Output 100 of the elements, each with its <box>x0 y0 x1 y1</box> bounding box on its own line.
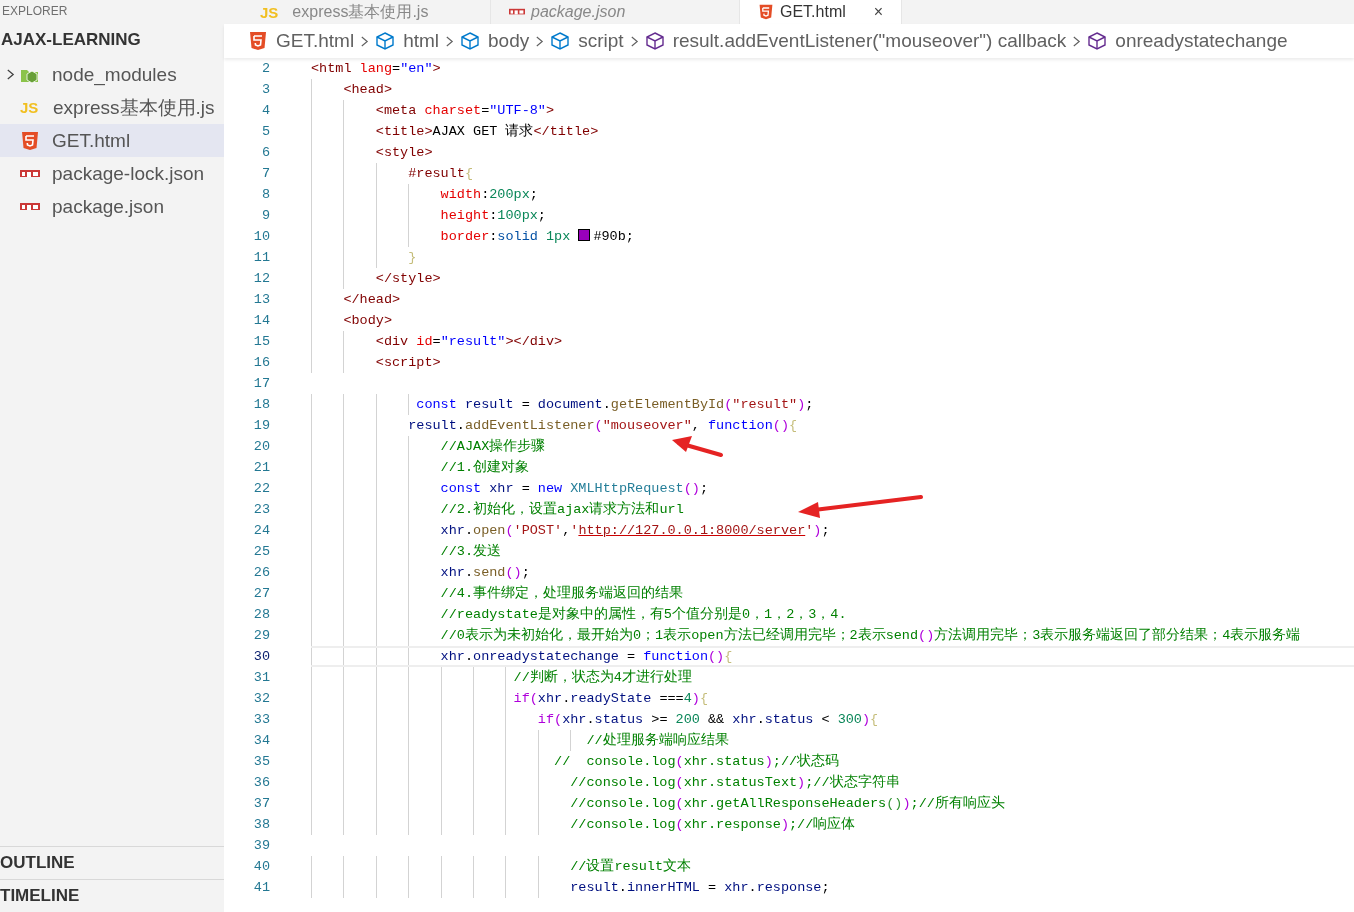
code-line: #result{ <box>407 166 474 181</box>
code-line: height:100px; <box>439 208 546 223</box>
file-tree-item[interactable]: JS express基本使用.js <box>0 91 224 124</box>
code-line: </head> <box>342 292 401 307</box>
explorer-header: EXPLORER <box>1 3 69 20</box>
line-number: 37 <box>252 795 270 813</box>
breadcrumb-item[interactable]: result.addEventListener("mouseover") callback <box>644 30 1067 52</box>
code-line: } <box>407 250 417 265</box>
chevron-icon[interactable] <box>5 67 15 82</box>
line-number: 28 <box>252 606 270 624</box>
code-line: if(xhr.status >= 200 && xhr.status < 300){ <box>536 712 879 727</box>
code-line: //判断，状态为4才进行处理 <box>512 670 692 685</box>
code-line: //处理服务端响应结果 <box>585 733 729 748</box>
line-number: 20 <box>252 438 270 456</box>
cube-icon <box>550 31 571 51</box>
code-line: <script> <box>374 355 441 370</box>
line-number: 19 <box>252 417 270 435</box>
line-number: 22 <box>252 480 270 498</box>
line-number: 38 <box>252 816 270 834</box>
code-line: const xhr = new XMLHttpRequest(); <box>439 481 708 496</box>
js-file-icon: JS <box>20 99 42 116</box>
code-line: //console.log(xhr.response);//响应体 <box>569 817 856 832</box>
line-number: 26 <box>252 564 270 582</box>
line-number: 32 <box>252 690 270 708</box>
cube-icon <box>644 31 665 51</box>
line-number: 34 <box>252 732 270 750</box>
file-tree-item[interactable]: GET.html <box>0 124 224 157</box>
editor-tab[interactable]: JS express基本使用.js <box>242 0 491 24</box>
line-number: 16 <box>252 354 270 372</box>
code-line: <div id="result"></div> <box>374 334 563 349</box>
line-number: 3 <box>260 81 270 99</box>
line-number: 10 <box>252 228 270 246</box>
line-number: 41 <box>252 879 270 897</box>
line-number: 39 <box>252 837 270 855</box>
code-line: //AJAX操作步骤 <box>439 439 546 454</box>
code-line: // console.log(xhr.status);//状态码 <box>553 754 840 769</box>
cube-icon <box>460 31 481 51</box>
code-line: <style> <box>374 145 433 160</box>
line-number: 7 <box>260 165 270 183</box>
html-file-icon <box>248 31 268 51</box>
line-number: 33 <box>252 711 270 729</box>
line-number: 23 <box>252 501 270 519</box>
line-number: 27 <box>252 585 270 603</box>
code-line: //4.事件绑定，处理服务端返回的结果 <box>439 586 684 601</box>
line-number: 6 <box>260 144 270 162</box>
code-line: result.innerHTML = xhr.response; <box>569 880 830 895</box>
code-line: //console.log(xhr.getAllResponseHeaders());//所有响应头 <box>569 796 1005 811</box>
line-number: 14 <box>252 312 270 330</box>
code-line: //设置result文本 <box>569 859 692 874</box>
cube-icon <box>1087 31 1108 51</box>
line-number: 35 <box>252 753 270 771</box>
breadcrumb-item[interactable]: GET.html <box>248 30 355 52</box>
line-number: 40 <box>252 858 270 876</box>
project-folder-header[interactable]: AJAX-LEARNING <box>0 22 224 58</box>
code-line: <body> <box>342 313 392 328</box>
line-number: 18 <box>252 396 270 414</box>
line-number: 29 <box>252 627 270 645</box>
line-number: 30 <box>252 648 270 666</box>
html-file-icon <box>20 130 40 151</box>
code-line: //console.log(xhr.statusText);//状态字符串 <box>569 775 900 790</box>
line-number: 21 <box>252 459 270 477</box>
code-line: xhr.onreadystatechange = function(){ <box>439 649 733 664</box>
code-line: //2.初始化，设置ajax请求方法和url <box>439 502 684 517</box>
editor-tab[interactable]: GET.html × <box>740 0 903 24</box>
cube-icon <box>375 31 396 51</box>
code-line: xhr.open('POST','http://127.0.0.1:8000/server'); <box>439 523 830 538</box>
code-line: const result = document.getElementById("result"); <box>415 397 814 412</box>
line-number: 5 <box>260 123 270 141</box>
code-line: </style> <box>374 271 441 286</box>
line-number: 12 <box>252 270 270 288</box>
code-line: <meta charset="UTF-8"> <box>374 103 555 118</box>
html-file-icon <box>758 4 774 20</box>
panel-header[interactable]: OUTLINE <box>0 846 224 879</box>
line-number: 25 <box>252 543 270 561</box>
breadcrumb-item[interactable]: script <box>550 30 624 52</box>
code-line: <head> <box>342 82 392 97</box>
code-line: if(xhr.readyState ===4){ <box>512 691 709 706</box>
code-line: border:solid 1px #90b; <box>439 229 634 244</box>
line-number: 24 <box>252 522 270 540</box>
code-line: result.addEventListener("mouseover", function(){ <box>407 418 798 433</box>
line-number: 11 <box>252 249 270 267</box>
line-number: 4 <box>260 102 270 120</box>
code-line: <title>AJAX GET 请求</title> <box>374 124 599 139</box>
line-number: 36 <box>252 774 270 792</box>
code-line: //3.发送 <box>439 544 502 559</box>
code-line: //readystate是对象中的属性，有5个值分别是0，1，2，3，4. <box>439 607 847 622</box>
breadcrumb-item[interactable]: html <box>375 30 440 52</box>
file-tree-item[interactable]: package-lock.json <box>0 157 224 190</box>
line-number: 8 <box>260 186 270 204</box>
breadcrumb-item[interactable]: onreadystatechange <box>1087 30 1288 52</box>
line-number: 9 <box>260 207 270 225</box>
code-line: <html lang="en"> <box>311 61 441 76</box>
line-number: 13 <box>252 291 270 309</box>
breadcrumb-item[interactable]: body <box>460 30 530 52</box>
panel-header[interactable]: TIMELINE <box>0 879 224 912</box>
line-number: 31 <box>252 669 270 687</box>
file-tree-item[interactable]: node_modules <box>0 58 224 91</box>
line-number: 2 <box>260 60 270 78</box>
code-line: width:200px; <box>439 187 538 202</box>
file-tree-item[interactable]: package.json <box>0 190 224 223</box>
